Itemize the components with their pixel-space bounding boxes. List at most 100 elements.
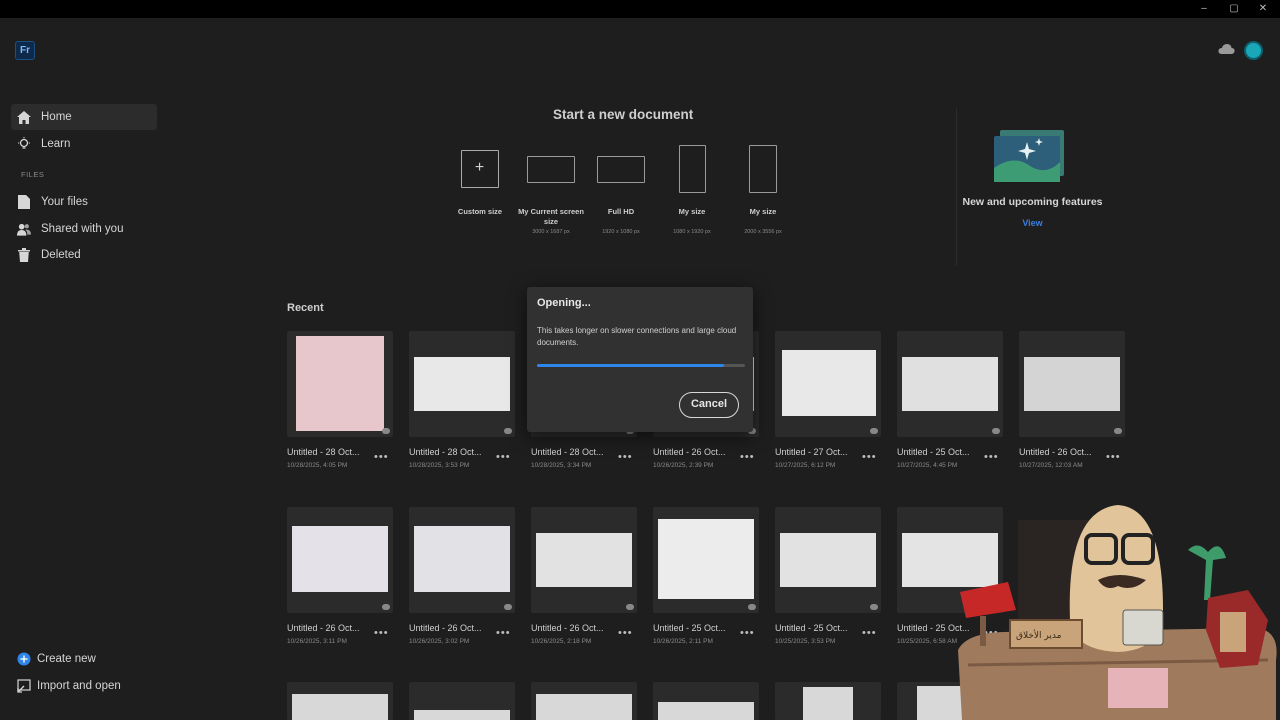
file-thumbnail	[414, 357, 510, 411]
template-label: Full HD	[607, 207, 635, 216]
more-options-button[interactable]: •••	[984, 452, 999, 463]
file-date: 10/26/2025, 3:11 PM	[287, 638, 347, 645]
lightbulb-icon	[17, 137, 31, 151]
file-title: Untitled - 28 Oct...	[531, 447, 604, 457]
cloud-badge-icon	[992, 428, 1000, 434]
sidebar-item-label: Home	[41, 111, 72, 123]
file-title: Untitled - 26 Oct...	[1019, 447, 1092, 457]
trash-icon	[17, 248, 31, 262]
sidebar-item-shared[interactable]: Shared with you	[11, 216, 157, 242]
file-title: Untitled - 26 Oct...	[287, 623, 360, 633]
file-card[interactable]	[287, 331, 393, 437]
sidebar-item-label: Deleted	[41, 249, 81, 261]
more-options-button[interactable]: •••	[496, 628, 511, 639]
maximize-button[interactable]: ▢	[1227, 2, 1241, 16]
progress-bar	[537, 364, 745, 367]
more-options-button[interactable]: •••	[618, 452, 633, 463]
file-card[interactable]	[531, 507, 637, 613]
more-options-button[interactable]: •••	[862, 628, 877, 639]
template-preview[interactable]	[597, 156, 645, 183]
file-title: Untitled - 27 Oct...	[775, 447, 848, 457]
file-title: Untitled - 25 Oct...	[775, 623, 848, 633]
file-thumbnail	[658, 519, 754, 599]
file-date: 10/26/2025, 2:18 PM	[531, 638, 592, 645]
sidebar-item-your-files[interactable]: Your files	[11, 189, 157, 215]
file-title: Untitled - 25 Oct...	[653, 623, 726, 633]
file-icon	[17, 195, 31, 209]
files-section-label: FILES	[21, 170, 45, 179]
progress-fill	[537, 364, 725, 367]
template-size: 2000 x 3556 px	[744, 229, 782, 235]
sidebar-item-deleted[interactable]: Deleted	[11, 242, 157, 268]
file-card[interactable]	[775, 507, 881, 613]
file-card[interactable]	[775, 331, 881, 437]
template-preview[interactable]	[679, 145, 706, 193]
template-preview[interactable]	[749, 145, 777, 193]
file-card[interactable]	[775, 682, 881, 720]
home-icon	[17, 110, 31, 124]
cloud-badge-icon	[504, 604, 512, 610]
app-logo[interactable]: Fr	[15, 41, 35, 60]
file-thumbnail	[782, 350, 876, 416]
template-preview[interactable]: +	[461, 150, 499, 188]
more-options-button[interactable]: •••	[740, 628, 755, 639]
new-document-title: Start a new document	[553, 107, 694, 122]
sidebar: Home Learn FILES Your files Shared with …	[0, 80, 170, 720]
file-card[interactable]	[897, 331, 1003, 437]
sidebar-item-home[interactable]: Home	[11, 104, 157, 130]
dialog-title: Opening...	[537, 297, 591, 309]
file-title: Untitled - 28 Oct...	[287, 447, 360, 457]
file-card[interactable]	[287, 507, 393, 613]
more-options-button[interactable]: •••	[1106, 452, 1121, 463]
template-preview[interactable]	[527, 156, 575, 183]
more-options-button[interactable]: •••	[374, 452, 389, 463]
import-open-label: Import and open	[37, 680, 121, 692]
file-card[interactable]	[653, 682, 759, 720]
file-card[interactable]	[409, 331, 515, 437]
sidebar-item-learn[interactable]: Learn	[11, 131, 157, 157]
sidebar-item-label: Your files	[41, 196, 88, 208]
more-options-button[interactable]: •••	[862, 452, 877, 463]
create-new-button[interactable]: Create new	[12, 649, 162, 669]
minimize-button[interactable]: –	[1197, 2, 1211, 16]
file-title: Untitled - 26 Oct...	[653, 447, 726, 457]
more-options-button[interactable]: •••	[740, 452, 755, 463]
avatar[interactable]	[1244, 41, 1263, 60]
cancel-button[interactable]: Cancel	[679, 392, 739, 418]
import-open-button[interactable]: Import and open	[12, 676, 162, 696]
cloud-badge-icon	[870, 428, 878, 434]
sidebar-item-label: Learn	[41, 138, 71, 150]
more-options-button[interactable]: •••	[374, 628, 389, 639]
template-size: 1080 x 1920 px	[673, 229, 711, 235]
file-card[interactable]	[1019, 331, 1125, 437]
import-icon	[17, 679, 31, 693]
cloud-icon[interactable]	[1218, 43, 1235, 55]
file-card[interactable]	[531, 682, 637, 720]
close-button[interactable]: ✕	[1256, 2, 1270, 16]
cloud-badge-icon	[382, 604, 390, 610]
dialog-message: This takes longer on slower connections …	[537, 326, 737, 347]
more-options-button[interactable]: •••	[496, 452, 511, 463]
template-size: 3000 x 1687 px	[532, 229, 570, 235]
recent-title: Recent	[287, 302, 324, 314]
file-thumbnail	[292, 526, 388, 592]
file-thumbnail	[902, 357, 998, 411]
file-title: Untitled - 26 Oct...	[531, 623, 604, 633]
more-options-button[interactable]: •••	[618, 628, 633, 639]
features-view-link[interactable]: View	[955, 218, 1110, 228]
template-label: Custom size	[457, 207, 503, 216]
template-label: My size	[678, 207, 706, 216]
plus-circle-icon	[17, 652, 31, 666]
file-title: Untitled - 28 Oct...	[409, 447, 482, 457]
file-date: 10/25/2025, 6:58 AM	[897, 638, 957, 645]
features-title: New and upcoming features	[962, 196, 1103, 208]
file-card[interactable]	[287, 682, 393, 720]
opening-dialog: Opening... This takes longer on slower c…	[527, 287, 753, 432]
section-divider	[956, 108, 957, 266]
file-card[interactable]	[409, 682, 515, 720]
cloud-badge-icon	[504, 428, 512, 434]
file-title: Untitled - 25 Oct...	[897, 447, 970, 457]
file-card[interactable]	[409, 507, 515, 613]
features-illustration-icon	[994, 130, 1064, 182]
file-card[interactable]	[653, 507, 759, 613]
